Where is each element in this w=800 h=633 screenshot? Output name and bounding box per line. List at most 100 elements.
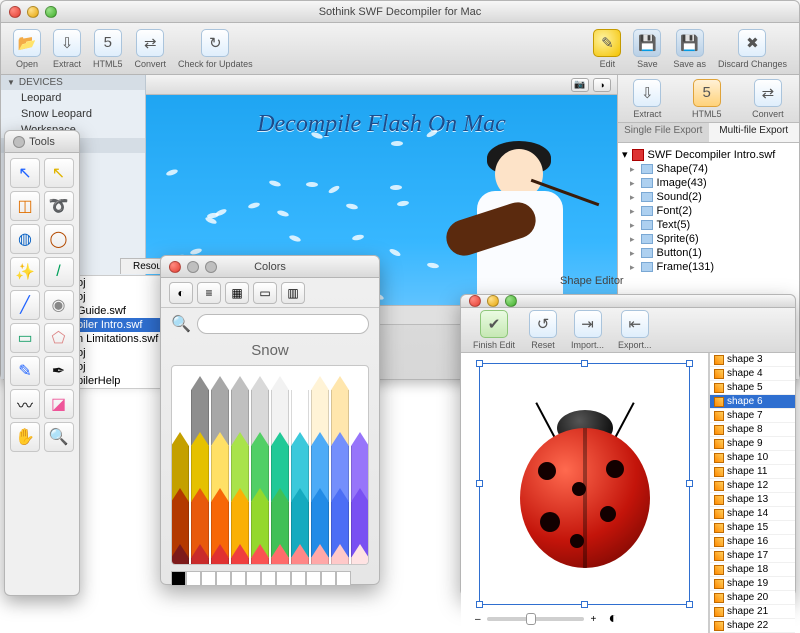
zoom-color-icon[interactable]: ◐ bbox=[608, 610, 618, 628]
tree-root-label[interactable]: SWF Decompiler Intro.swf bbox=[648, 149, 776, 161]
color-crayons-icon[interactable]: ▥ bbox=[281, 282, 305, 304]
shape-row[interactable]: shape 9 bbox=[710, 437, 795, 451]
tree-node[interactable]: Sprite(6) bbox=[620, 232, 797, 246]
eyedropper-tool[interactable]: / bbox=[44, 257, 74, 287]
ladybug-shape[interactable] bbox=[510, 402, 660, 572]
tree-node[interactable]: Text(5) bbox=[620, 218, 797, 232]
handle-r[interactable] bbox=[686, 480, 693, 487]
extract-button[interactable]: ⇩Extract bbox=[47, 27, 87, 71]
color-sliders-icon[interactable]: ≡ bbox=[197, 282, 221, 304]
shape-row[interactable]: shape 18 bbox=[710, 563, 795, 577]
tree-node[interactable]: Font(2) bbox=[620, 204, 797, 218]
pen-tool[interactable]: ✒ bbox=[44, 356, 74, 386]
open-button[interactable]: 📂Open bbox=[7, 27, 47, 71]
crayon[interactable] bbox=[311, 544, 329, 565]
gradient-tool[interactable]: ◯ bbox=[44, 224, 74, 254]
swatch[interactable] bbox=[231, 571, 246, 586]
subselect-tool[interactable]: ↖ bbox=[44, 158, 74, 188]
crayon[interactable] bbox=[211, 544, 229, 565]
swatch[interactable] bbox=[291, 571, 306, 586]
color-wheel-icon[interactable]: ◐ bbox=[169, 282, 193, 304]
crayon[interactable] bbox=[291, 544, 309, 565]
pencil-tool[interactable]: ✎ bbox=[10, 356, 40, 386]
zoom-slider[interactable] bbox=[487, 617, 585, 621]
lasso-tool[interactable]: ➰ bbox=[44, 191, 74, 221]
shape-row[interactable]: shape 14 bbox=[710, 507, 795, 521]
swatch[interactable] bbox=[276, 571, 291, 586]
swatch[interactable] bbox=[171, 571, 186, 586]
shape-zoom-icon[interactable] bbox=[505, 295, 517, 307]
shape-row[interactable]: shape 4 bbox=[710, 367, 795, 381]
crayon[interactable] bbox=[351, 544, 369, 565]
reset[interactable]: ↺Reset bbox=[523, 308, 563, 352]
saveas-button[interactable]: 💾Save as bbox=[667, 27, 712, 71]
convert-button[interactable]: ⇄Convert bbox=[129, 27, 173, 71]
crayon[interactable] bbox=[171, 544, 189, 565]
tree-node[interactable]: Sound(2) bbox=[620, 190, 797, 204]
zoom-tool[interactable]: 🔍 bbox=[44, 422, 74, 452]
edit-button[interactable]: ✎Edit bbox=[587, 27, 627, 71]
zoom-icon[interactable] bbox=[45, 6, 57, 18]
tree-node[interactable]: Frame(131) bbox=[620, 260, 797, 274]
handle-tr[interactable] bbox=[686, 360, 693, 367]
import[interactable]: ⇥Import... bbox=[565, 308, 610, 352]
zoom-in-icon[interactable]: + bbox=[590, 614, 596, 625]
shape-row[interactable]: shape 13 bbox=[710, 493, 795, 507]
shape-row[interactable]: shape 17 bbox=[710, 549, 795, 563]
camera-button[interactable]: 📷 bbox=[571, 78, 589, 92]
tab-multi-export[interactable]: Multi-file Export bbox=[709, 123, 800, 142]
handle-b[interactable] bbox=[581, 601, 588, 608]
crop-tool[interactable]: ◫ bbox=[10, 191, 40, 221]
device-item[interactable]: Snow Leopard bbox=[1, 106, 145, 122]
tree-node[interactable]: Shape(74) bbox=[620, 162, 797, 176]
swatch[interactable] bbox=[306, 571, 321, 586]
tools-close-icon[interactable] bbox=[13, 136, 25, 148]
rp-extract[interactable]: ⇩Extract bbox=[627, 77, 667, 121]
shape-row[interactable]: shape 7 bbox=[710, 409, 795, 423]
crayon[interactable] bbox=[251, 544, 269, 565]
shape-row[interactable]: shape 15 bbox=[710, 521, 795, 535]
swatch[interactable] bbox=[201, 571, 216, 586]
tree-node[interactable]: Button(1) bbox=[620, 246, 797, 260]
swatch[interactable] bbox=[186, 571, 201, 586]
handle-t[interactable] bbox=[581, 360, 588, 367]
colors-close-icon[interactable] bbox=[169, 261, 181, 273]
handle-br[interactable] bbox=[686, 601, 693, 608]
wand-tool[interactable]: ✨ bbox=[10, 257, 40, 287]
shape-row[interactable]: shape 19 bbox=[710, 577, 795, 591]
shape-min-icon[interactable] bbox=[487, 295, 499, 307]
eraser-tool[interactable]: ◪ bbox=[44, 389, 74, 419]
crayon[interactable] bbox=[191, 544, 209, 565]
crayon[interactable] bbox=[231, 544, 249, 565]
shape-row[interactable]: shape 16 bbox=[710, 535, 795, 549]
zoom-out-icon[interactable]: – bbox=[475, 614, 481, 625]
shape-row[interactable]: shape 11 bbox=[710, 465, 795, 479]
color-search-input[interactable] bbox=[197, 314, 369, 334]
html5-button[interactable]: 5HTML5 bbox=[87, 27, 129, 71]
crayon-box[interactable] bbox=[171, 365, 369, 565]
crayon[interactable] bbox=[271, 544, 289, 565]
shape-list[interactable]: shape 3shape 4shape 5shape 6shape 7shape… bbox=[709, 353, 795, 633]
shape-row[interactable]: shape 22 bbox=[710, 619, 795, 633]
shape-canvas[interactable]: – + ◐ bbox=[461, 353, 709, 633]
updates-button[interactable]: ↻Check for Updates bbox=[172, 27, 259, 71]
shape-row[interactable]: shape 12 bbox=[710, 479, 795, 493]
shape-row[interactable]: shape 10 bbox=[710, 451, 795, 465]
select-tool[interactable]: ↖ bbox=[10, 158, 40, 188]
swatch[interactable] bbox=[321, 571, 336, 586]
fill-tool[interactable]: ◍ bbox=[10, 224, 40, 254]
color-image-icon[interactable]: ▭ bbox=[253, 282, 277, 304]
rp-html5[interactable]: 5HTML5 bbox=[686, 77, 728, 121]
hand-tool[interactable]: ✋ bbox=[10, 422, 40, 452]
finish-edit[interactable]: ✔Finish Edit bbox=[467, 308, 521, 352]
shape-row[interactable]: shape 21 bbox=[710, 605, 795, 619]
handle-bl[interactable] bbox=[476, 601, 483, 608]
shape-row[interactable]: shape 20 bbox=[710, 591, 795, 605]
main-titlebar[interactable]: Sothink SWF Decompiler for Mac bbox=[1, 1, 799, 23]
handle-l[interactable] bbox=[476, 480, 483, 487]
swatch[interactable] bbox=[246, 571, 261, 586]
color-palettes-icon[interactable]: ▦ bbox=[225, 282, 249, 304]
swatch[interactable] bbox=[261, 571, 276, 586]
shape-row[interactable]: shape 5 bbox=[710, 381, 795, 395]
colors-min-icon[interactable] bbox=[187, 261, 199, 273]
